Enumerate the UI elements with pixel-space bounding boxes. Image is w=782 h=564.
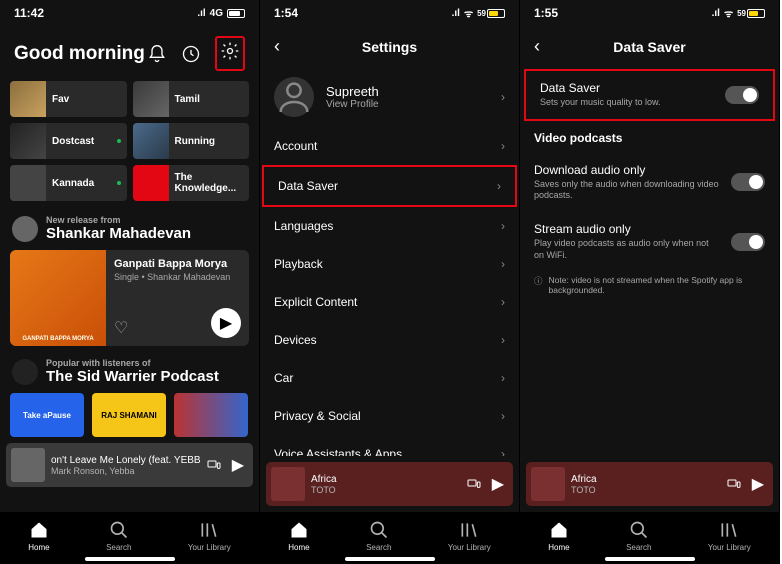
np-artist: Mark Ronson, Yebba — [51, 466, 200, 476]
status-right: .ıl4G — [197, 8, 245, 19]
nav-home[interactable]: Home — [28, 520, 49, 552]
now-playing-bar[interactable]: on't Leave Me Lonely (feat. YEBBA)Mark R… — [6, 443, 253, 487]
settings-row-data-saver[interactable]: Data Saver› — [262, 165, 517, 207]
greeting: Good morning — [14, 43, 145, 65]
status-bar: 1:54 .ılᯤ59 — [260, 0, 519, 26]
nav-library[interactable]: Your Library — [708, 520, 751, 552]
card[interactable]: RAJ SHAMANI — [92, 393, 166, 437]
nav-home[interactable]: Home — [548, 520, 569, 552]
profile-name: Supreeth — [326, 84, 489, 99]
home-indicator — [85, 557, 175, 561]
phone-home: 11:42 .ıl4G Good morning Fav Tamil Dostc… — [0, 0, 260, 564]
heart-icon[interactable]: ♡ — [114, 318, 128, 338]
nav-library[interactable]: Your Library — [188, 520, 231, 552]
back-icon[interactable]: ‹ — [274, 36, 280, 57]
status-bar: 11:42 .ıl4G — [0, 0, 259, 26]
settings-row-account[interactable]: Account› — [260, 127, 519, 165]
play-icon[interactable]: ▶ — [232, 455, 244, 475]
tile[interactable]: Dostcast — [10, 123, 127, 159]
download-audio-row[interactable]: Download audio onlySaves only the audio … — [520, 153, 779, 212]
chevron-right-icon: › — [501, 90, 505, 104]
phone-settings: 1:54 .ılᯤ59 ‹ Settings SupreethView Prof… — [260, 0, 520, 564]
tile[interactable]: Tamil — [133, 81, 250, 117]
popular-section: Popular with listeners ofThe Sid Warrier… — [0, 346, 259, 385]
np-title: on't Leave Me Lonely (feat. YEBBA) — [51, 455, 200, 466]
tile[interactable]: Fav — [10, 81, 127, 117]
nav-library[interactable]: Your Library — [448, 520, 491, 552]
phone-data-saver: 1:55 .ılᯤ59 ‹ Data Saver Data SaverSets … — [520, 0, 780, 564]
home-indicator — [605, 557, 695, 561]
np-art — [11, 448, 45, 482]
now-playing-bar[interactable]: AfricaTOTO ▶ — [526, 462, 773, 506]
settings-row-privacy[interactable]: Privacy & Social› — [260, 397, 519, 435]
feature-title: Ganpati Bappa Morya — [114, 258, 241, 270]
nav-search[interactable]: Search — [366, 520, 391, 552]
data-saver-toggle-row[interactable]: Data SaverSets your music quality to low… — [526, 71, 773, 119]
stream-audio-row[interactable]: Stream audio onlyPlay video podcasts as … — [520, 212, 779, 271]
status-time: 11:42 — [14, 6, 44, 20]
album-art: GANPATI BAPPA MORYA — [10, 250, 106, 346]
artist-avatar — [12, 216, 38, 242]
section-header: Video podcasts — [520, 123, 779, 153]
page-title: Settings — [362, 39, 417, 55]
play-icon[interactable]: ▶ — [492, 474, 504, 494]
gear-icon[interactable] — [220, 41, 240, 61]
devices-icon[interactable] — [466, 476, 482, 492]
play-button[interactable]: ▶ — [211, 308, 241, 338]
status-time: 1:55 — [534, 6, 558, 20]
tile[interactable]: Running — [133, 123, 250, 159]
bell-icon[interactable] — [147, 44, 167, 64]
back-icon[interactable]: ‹ — [534, 36, 540, 57]
status-bar: 1:55 .ılᯤ59 — [520, 0, 779, 26]
profile-sub: View Profile — [326, 99, 489, 110]
card[interactable] — [174, 393, 248, 437]
data-saver-highlight: Data SaverSets your music quality to low… — [524, 69, 775, 121]
feature-sub: Single • Shankar Mahadevan — [114, 272, 241, 282]
home-header: Good morning — [0, 26, 259, 81]
card[interactable]: Take aPause — [10, 393, 84, 437]
nav-search[interactable]: Search — [626, 520, 651, 552]
user-avatar — [274, 77, 314, 117]
settings-row-languages[interactable]: Languages› — [260, 207, 519, 245]
devices-icon[interactable] — [726, 476, 742, 492]
recent-tiles: Fav Tamil Dostcast Running Kannada The K… — [0, 81, 259, 201]
settings-row-devices[interactable]: Devices› — [260, 321, 519, 359]
page-title: Data Saver — [613, 39, 685, 55]
devices-icon[interactable] — [206, 457, 222, 473]
podcast-avatar — [12, 359, 38, 385]
info-icon: ⓘ — [534, 275, 543, 287]
settings-row-explicit[interactable]: Explicit Content› — [260, 283, 519, 321]
toggle-switch[interactable] — [731, 173, 765, 191]
home-indicator — [345, 557, 435, 561]
settings-highlight — [215, 36, 245, 71]
now-playing-bar[interactable]: AfricaTOTO ▶ — [266, 462, 513, 506]
settings-row-playback[interactable]: Playback› — [260, 245, 519, 283]
toggle-switch[interactable] — [731, 233, 765, 251]
tile[interactable]: Kannada — [10, 165, 127, 201]
settings-row-car[interactable]: Car› — [260, 359, 519, 397]
nav-search[interactable]: Search — [106, 520, 131, 552]
nav-home[interactable]: Home — [288, 520, 309, 552]
cards-row: Take aPause RAJ SHAMANI — [0, 385, 259, 437]
feature-card[interactable]: GANPATI BAPPA MORYA Ganpati Bappa Morya … — [10, 250, 249, 346]
toggle-switch[interactable] — [725, 86, 759, 104]
settings-header: ‹ Settings — [260, 26, 519, 67]
play-icon[interactable]: ▶ — [752, 474, 764, 494]
data-saver-header: ‹ Data Saver — [520, 26, 779, 67]
profile-row[interactable]: SupreethView Profile › — [260, 67, 519, 127]
tile[interactable]: The Knowledge... — [133, 165, 250, 201]
status-time: 1:54 — [274, 6, 298, 20]
settings-row-voice[interactable]: Voice Assistants & Apps› — [260, 435, 519, 456]
new-release: New release fromShankar Mahadevan — [0, 201, 259, 242]
history-icon[interactable] — [181, 44, 201, 64]
note-row: ⓘ Note: video is not streamed when the S… — [520, 271, 779, 299]
